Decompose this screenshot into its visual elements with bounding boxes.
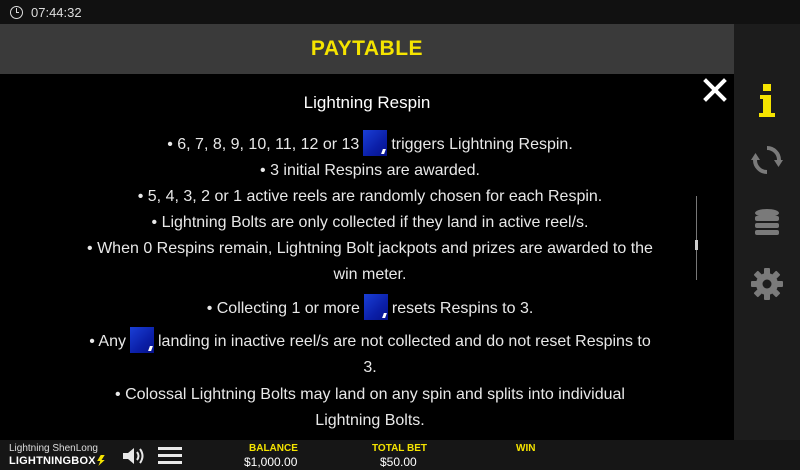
total-bet-value: $50.00 — [380, 455, 417, 469]
rule-text: landing in inactive reel/s are not colle… — [157, 333, 651, 351]
rule-text: resets Respins to 3. — [391, 300, 534, 318]
balance-value: $1,000.00 — [244, 455, 298, 469]
section-title: Lightning Respin — [303, 93, 431, 112]
page-title: PAYTABLE — [310, 37, 424, 60]
lightning-bolt-symbol-icon — [363, 294, 388, 320]
brand-logo: LIGHTNINGBOX — [9, 455, 105, 467]
bet-button[interactable] — [734, 196, 800, 252]
rule-line: • Lightning Bolts are only collected if … — [151, 214, 589, 231]
rule-line: win meter. — [333, 266, 407, 283]
lightning-bolt-symbol-icon — [129, 327, 154, 353]
total-bet-label: TOTAL BET — [372, 443, 427, 454]
rule-text: • Collecting 1 or more — [206, 300, 360, 318]
win-label: WIN — [516, 443, 536, 454]
settings-button[interactable] — [734, 256, 800, 312]
settings-gear-icon — [751, 268, 783, 300]
info-icon — [759, 84, 775, 117]
info-button[interactable] — [734, 72, 800, 128]
autoplay-icon — [751, 146, 783, 174]
balance-label: BALANCE — [249, 443, 298, 454]
rule-line: • 5, 4, 3, 2 or 1 active reels are rando… — [137, 188, 603, 205]
rule-line: • 6, 7, 8, 9, 10, 11, 12 or 13 triggers L… — [30, 130, 710, 158]
scrollbar-track[interactable] — [696, 196, 697, 280]
clock-icon — [10, 5, 23, 19]
hamburger-icon — [158, 447, 182, 450]
autoplay-button[interactable] — [734, 132, 800, 188]
brand-box-text: BOX — [71, 455, 96, 467]
rule-line: • 3 initial Respins are awarded. — [260, 162, 480, 179]
rule-line: Lightning Bolts. — [315, 412, 425, 429]
paytable-header: PAYTABLE — [0, 24, 734, 74]
rule-text: • Any — [89, 333, 126, 351]
sound-button[interactable] — [122, 446, 148, 466]
game-name: Lightning ShenLong — [9, 443, 98, 454]
rule-line: • Any landing in inactive reel/s are not … — [30, 327, 710, 355]
scrollbar-thumb[interactable] — [695, 240, 698, 250]
rule-text: triggers Lightning Respin. — [391, 136, 573, 154]
rule-line: • Colossal Lightning Bolts may land on a… — [115, 386, 625, 403]
side-menu — [734, 24, 800, 440]
speaker-icon — [123, 448, 144, 464]
status-time: 07:44:32 — [31, 4, 82, 20]
status-bar: 07:44:32 — [0, 0, 800, 24]
rule-line: • Collecting 1 or more resets Respins to … — [30, 294, 710, 322]
rule-line: • When 0 Respins remain, Lightning Bolt … — [87, 240, 653, 257]
brand-text: LIGHTNING — [9, 455, 72, 467]
brand-bolt-icon — [97, 455, 105, 466]
rule-text: • 6, 7, 8, 9, 10, 11, 12 or 13 — [167, 136, 360, 154]
menu-button[interactable] — [158, 447, 184, 465]
rule-line: 3. — [363, 359, 377, 376]
bet-coins-icon — [755, 209, 779, 235]
lightning-bolt-symbol-icon — [363, 130, 388, 156]
